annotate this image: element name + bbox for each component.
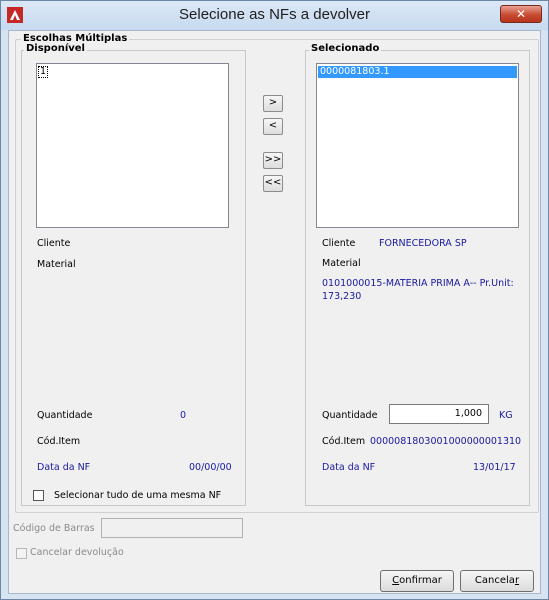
quantity-input[interactable]: 1,000 (389, 404, 489, 424)
cancel-button-mnemonic: r (514, 575, 520, 586)
quantity-unit: KG (499, 410, 513, 421)
close-icon: ✕ (515, 7, 527, 21)
title-bar[interactable]: Selecione as NFs a devolver ✕ (1, 1, 548, 30)
available-listbox[interactable]: 1 (36, 63, 229, 228)
cancel-button[interactable]: Cancelar (460, 570, 534, 592)
selected-quantity-label: Quantidade (322, 410, 378, 421)
barcode-label: Código de Barras (13, 523, 95, 534)
available-client-label: Cliente (37, 238, 71, 249)
select-all-same-nf-checkbox[interactable] (33, 490, 44, 501)
barcode-input[interactable] (101, 518, 243, 538)
selected-material-label: Material (322, 258, 361, 269)
dialog-client-area: Escolhas Múltiplas Disponível 1 Cliente … (8, 30, 541, 594)
remove-selected-button[interactable]: < (263, 118, 283, 135)
selected-listbox[interactable]: 0000081803.1 (316, 63, 519, 228)
selected-item-code-label: Cód.Item (322, 436, 366, 447)
selected-client-value: FORNECEDORA SP (379, 238, 467, 249)
available-quantity-label: Quantidade (37, 410, 93, 421)
selected-nf-date-value: 13/01/17 (473, 462, 516, 473)
available-title: Disponível (24, 43, 87, 55)
selected-nf-date-label: Data da NF (322, 462, 376, 473)
remove-all-button[interactable]: << (263, 175, 283, 192)
add-all-button[interactable]: >> (263, 152, 283, 169)
selected-title: Selecionado (309, 43, 382, 55)
available-item-code-label: Cód.Item (37, 436, 81, 447)
confirm-button-text-post: onfirmar (399, 575, 442, 586)
available-nf-date-value: 00/00/00 (189, 462, 232, 473)
add-selected-button[interactable]: > (263, 95, 283, 112)
dialog-window: Selecione as NFs a devolver ✕ Escolhas M… (0, 0, 549, 600)
selected-client-label: Cliente (322, 238, 356, 249)
cancel-return-checkbox[interactable] (16, 548, 27, 559)
select-all-same-nf-label[interactable]: Selecionar tudo de uma mesma NF (54, 490, 221, 501)
list-item[interactable]: 0000081803.1 (318, 66, 517, 78)
window-title: Selecione as NFs a devolver (179, 6, 370, 23)
available-quantity-value: 0 (180, 410, 187, 421)
list-item[interactable]: 1 (38, 66, 48, 78)
selected-material-value-line2: 173,230 (322, 291, 362, 302)
cancel-return-label[interactable]: Cancelar devolução (30, 547, 124, 558)
available-material-label: Material (37, 259, 76, 270)
available-nf-date-label: Data da NF (37, 462, 91, 473)
close-button[interactable]: ✕ (500, 5, 542, 23)
confirm-button[interactable]: Confirmar (380, 570, 454, 592)
cancel-button-text-pre: Cancela (474, 575, 515, 586)
selected-material-value-line1: 0101000015-MATERIA PRIMA A-- Pr.Unit: (322, 278, 514, 289)
selected-item-code-value: 0000081803001000000001310 (370, 436, 522, 447)
